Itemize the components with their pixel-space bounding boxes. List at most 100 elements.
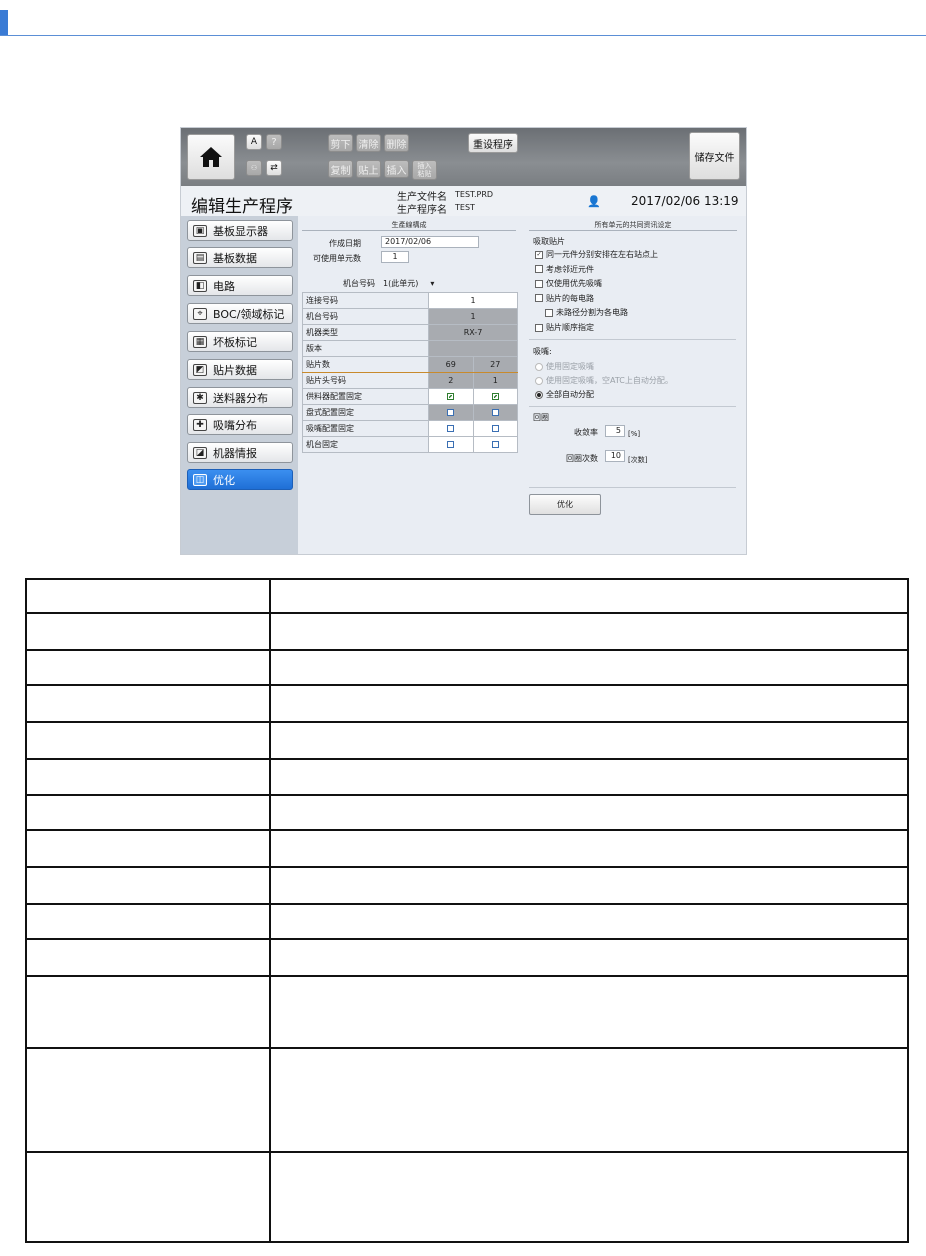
radio-icon[interactable] xyxy=(535,376,543,385)
sidebar-item-machine-info[interactable]: ◪ 机器情报 xyxy=(187,442,293,463)
sidebar-item-boc-mark[interactable]: ⌖ BOC/领域标记 xyxy=(187,303,293,324)
common-settings-heading: 所有单元的共同资讯设定 xyxy=(529,220,737,231)
paste-button[interactable]: 贴上 xyxy=(356,160,381,178)
nozzle-option[interactable]: 使用固定吸嘴，空ATC上自动分配。 xyxy=(535,375,673,386)
checkbox-icon[interactable] xyxy=(535,323,543,332)
cell-value: 1 xyxy=(428,292,518,309)
datetime: 2017/02/06 13:19 xyxy=(631,194,739,208)
description-value xyxy=(269,612,909,651)
settings-button[interactable]: ⇄ xyxy=(266,160,282,176)
description-key xyxy=(25,721,271,760)
units-label: 可使用单元数 xyxy=(313,254,361,263)
machine-no-select[interactable]: 1(此单元) ▾ xyxy=(383,278,434,289)
radio-icon[interactable] xyxy=(535,362,543,371)
cell-value: 27 xyxy=(472,356,518,373)
convergence-input[interactable]: 5 xyxy=(605,425,625,437)
description-value xyxy=(269,684,909,723)
sidebar-item-label: 基板显示器 xyxy=(213,224,268,238)
checkbox-icon[interactable] xyxy=(545,308,553,317)
cut-button[interactable]: 剪下 xyxy=(328,134,353,152)
pickup-option[interactable]: 贴片的每电路 xyxy=(535,293,594,304)
checkbox-icon[interactable] xyxy=(535,265,543,274)
table-row xyxy=(25,1151,909,1243)
cell-value: 69 xyxy=(428,356,474,373)
row-label: 盘式配置固定 xyxy=(302,404,429,421)
board-data-icon: ▤ xyxy=(193,251,207,264)
pickup-option[interactable]: 未路径分割为各电路 xyxy=(545,307,628,318)
row-label: 机台号码 xyxy=(302,308,429,325)
table-row: 盘式配置固定 xyxy=(302,404,518,421)
checkbox-icon[interactable] xyxy=(535,279,543,288)
checkbox-checked-icon[interactable]: ✓ xyxy=(535,250,543,259)
optimize-button[interactable]: 优化 xyxy=(529,494,601,515)
machine-no-label: 机台号码 xyxy=(343,279,375,288)
pickup-option[interactable]: ✓ 同一元件分别安排在左右站点上 xyxy=(535,249,658,260)
nozzle-option[interactable]: 使用固定吸嘴 xyxy=(535,361,594,372)
machine-no-select-value: 1(此单元) xyxy=(383,279,419,288)
description-value xyxy=(269,758,909,796)
checkbox[interactable] xyxy=(447,425,455,432)
machine-info-icon: ◪ xyxy=(193,446,207,459)
sidebar-item-nozzle[interactable]: ✚ 吸嘴分布 xyxy=(187,414,293,435)
table-row xyxy=(25,938,909,977)
sidebar-item-board-display[interactable]: ▣ 基板显示器 xyxy=(187,220,293,241)
sidebar-item-board-data[interactable]: ▤ 基板数据 xyxy=(187,247,293,268)
table-row xyxy=(25,829,909,868)
home-button[interactable] xyxy=(187,134,235,180)
operator-icon: 👤 xyxy=(587,195,601,208)
description-value xyxy=(269,1047,909,1153)
checkbox[interactable] xyxy=(447,441,455,448)
insert-button[interactable]: 插入 xyxy=(384,160,409,178)
pickup-option[interactable]: 考虑邻近元件 xyxy=(535,264,594,275)
users-button[interactable]: ⚇ xyxy=(246,160,262,176)
copy-button[interactable]: 复制 xyxy=(328,160,353,178)
radio-selected-icon[interactable] xyxy=(535,390,543,399)
program-name-label: 生产程序名 xyxy=(397,205,447,216)
line-config-heading: 生產線構成 xyxy=(302,220,516,231)
delete-button[interactable]: 删除 xyxy=(384,134,409,152)
sidebar-item-circuit[interactable]: ◧ 电路 xyxy=(187,275,293,296)
save-file-button[interactable]: 储存文件 xyxy=(689,132,740,180)
sidebar: ▣ 基板显示器 ▤ 基板数据 ◧ 电路 ⌖ BOC/领域标记 ▦ 坏板标记 ◩ 贴片数据 ✱… xyxy=(181,216,298,554)
checkbox[interactable] xyxy=(491,441,499,448)
reset-program-button[interactable]: 重设程序 xyxy=(468,133,518,153)
bad-board-icon: ▦ xyxy=(193,335,207,348)
cell-value xyxy=(428,340,518,357)
checkbox-checked[interactable] xyxy=(447,393,455,400)
checkbox-checked[interactable] xyxy=(491,393,499,400)
font-a-button[interactable]: A xyxy=(246,134,262,150)
row-label: 连接号码 xyxy=(302,292,429,309)
insert-paste-button[interactable]: 插入 粘贴 xyxy=(412,160,437,180)
checkbox[interactable] xyxy=(491,425,499,432)
description-value xyxy=(269,866,909,905)
table-row: 贴片数 69 27 xyxy=(302,356,518,373)
description-key xyxy=(25,975,271,1049)
option-label: 仅使用优先吸嘴 xyxy=(546,279,602,289)
cell xyxy=(428,404,474,421)
pickup-option[interactable]: 贴片顺序指定 xyxy=(535,322,594,333)
header-rule xyxy=(0,35,926,36)
cell-value: RX-7 xyxy=(428,324,518,341)
sidebar-item-placement-data[interactable]: ◩ 贴片数据 xyxy=(187,359,293,380)
description-key xyxy=(25,1047,271,1153)
row-label: 供料器配置固定 xyxy=(302,388,429,405)
sidebar-item-feeder[interactable]: ✱ 送料器分布 xyxy=(187,387,293,408)
nozzle-option[interactable]: 全部自动分配 xyxy=(535,389,594,400)
pickup-option[interactable]: 仅使用优先吸嘴 xyxy=(535,278,602,289)
sidebar-item-label: 贴片数据 xyxy=(213,363,257,377)
checkbox-icon[interactable] xyxy=(535,294,543,303)
sidebar-item-optimize[interactable]: ◫ 优化 xyxy=(187,469,293,490)
clear-button[interactable]: 清除 xyxy=(356,134,381,152)
sidebar-item-bad-board[interactable]: ▦ 坏板标记 xyxy=(187,331,293,352)
convergence-unit: [%] xyxy=(628,430,641,438)
description-key xyxy=(25,866,271,905)
checkbox[interactable] xyxy=(447,409,455,416)
sidebar-item-label: 电路 xyxy=(213,279,235,293)
feeder-icon: ✱ xyxy=(193,391,207,404)
help-button[interactable]: ? xyxy=(266,134,282,150)
loops-input[interactable]: 10 xyxy=(605,450,625,462)
cell-value: 2 xyxy=(428,372,474,389)
checkbox[interactable] xyxy=(491,409,499,416)
cell xyxy=(472,388,518,405)
description-value xyxy=(269,975,909,1049)
